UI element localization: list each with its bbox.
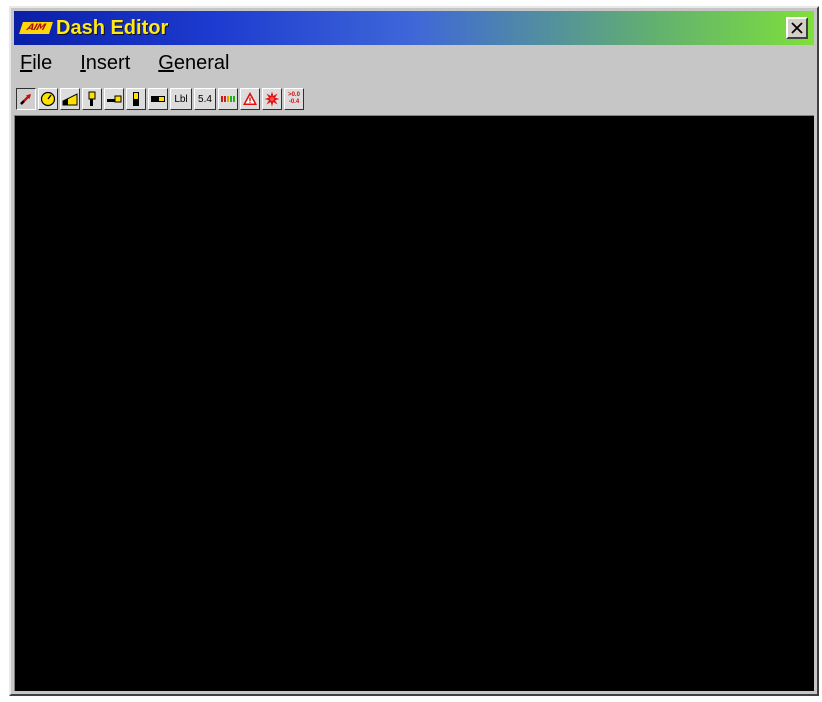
vertical-bar-2-icon — [133, 92, 139, 106]
horizontal-bar-2-tool-button[interactable] — [148, 88, 168, 110]
lap-time-icon-bottom: -0.4 — [288, 99, 300, 105]
horizontal-bar-tool-button[interactable] — [104, 88, 124, 110]
title-bar[interactable]: AIM Dash Editor — [14, 11, 814, 45]
warning-icon — [243, 92, 257, 105]
menu-file-mnemonic: F — [20, 52, 33, 74]
led-bar-tool-button[interactable] — [218, 88, 238, 110]
menu-bar: File Insert General — [14, 48, 814, 78]
toolbar: Lbl 5.4 >0.0 -0.4 — [16, 85, 306, 113]
label-icon: Lbl — [174, 93, 188, 105]
window-title: Dash Editor — [56, 17, 169, 39]
vertical-bar-2-tool-button[interactable] — [126, 88, 146, 110]
gauge-tool-button[interactable] — [38, 88, 58, 110]
aim-logo: AIM — [19, 22, 53, 34]
vertical-bar-tool-button[interactable] — [82, 88, 102, 110]
numeric-tool-button[interactable]: 5.4 — [194, 88, 216, 110]
pointer-icon — [20, 94, 31, 105]
horizontal-bar-2-icon — [151, 96, 165, 102]
lap-time-tool-button[interactable]: >0.0 -0.4 — [284, 88, 304, 110]
gauge-icon — [40, 91, 56, 107]
led-bar-icon — [221, 96, 235, 102]
pointer-tool-button[interactable] — [16, 88, 36, 110]
horizontal-bar-icon — [107, 95, 122, 103]
menu-insert-rest: nsert — [85, 52, 131, 74]
light-icon — [264, 91, 280, 107]
menu-file-rest: ile — [32, 52, 53, 74]
close-icon — [791, 22, 803, 34]
vertical-bar-icon — [88, 91, 96, 106]
menu-file[interactable]: File — [18, 50, 54, 76]
light-tool-button[interactable] — [262, 88, 282, 110]
close-button[interactable] — [786, 17, 808, 39]
label-tool-button[interactable]: Lbl — [170, 88, 192, 110]
menu-general[interactable]: General — [156, 50, 231, 76]
lap-time-icon-top: >0.0 — [288, 92, 300, 98]
menu-general-mnemonic: G — [158, 52, 174, 74]
menu-insert[interactable]: Insert — [78, 50, 132, 76]
dash-canvas[interactable] — [14, 115, 814, 691]
bar-graph-tool-button[interactable] — [60, 88, 80, 110]
bar-graph-icon — [62, 93, 78, 106]
numeric-icon: 5.4 — [198, 93, 212, 105]
warning-tool-button[interactable] — [240, 88, 260, 110]
menu-general-rest: eneral — [173, 52, 230, 74]
dash-editor-window: AIM Dash Editor File Insert General Lbl … — [9, 6, 819, 696]
